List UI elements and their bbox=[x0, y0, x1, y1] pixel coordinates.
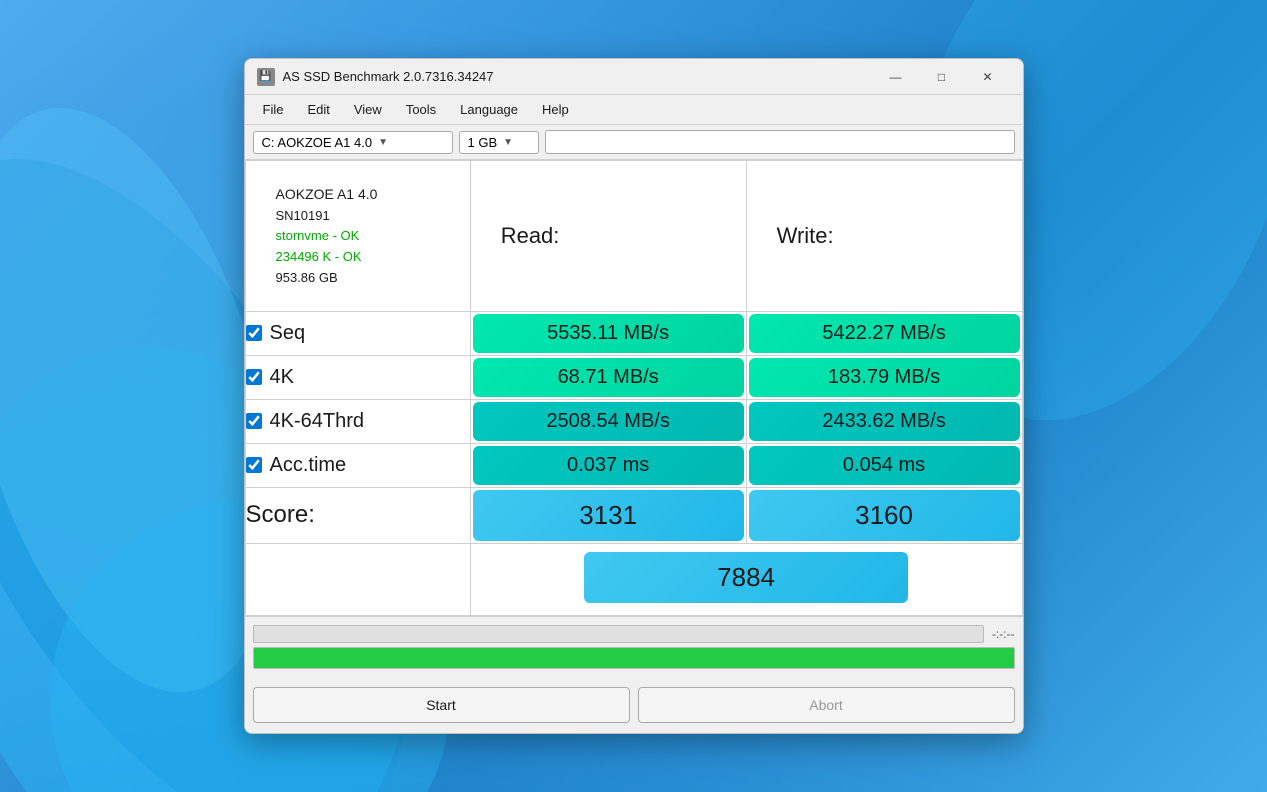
size-dropdown[interactable]: 1 GB ▼ bbox=[459, 131, 539, 154]
4k64-row: 4K-64Thrd 2508.54 MB/s 2433.62 MB/s bbox=[245, 399, 1022, 443]
header-row: AOKZOE A1 4.0 SN10191 stornvme - OK 2344… bbox=[245, 161, 1022, 312]
acctime-read-cell: 0.037 ms bbox=[470, 443, 746, 487]
progress-track: -:-:-- bbox=[253, 625, 1015, 643]
progress-timer: -:-:-- bbox=[992, 627, 1015, 641]
score-write-cell: 3160 bbox=[746, 487, 1022, 543]
drive-info: AOKZOE A1 4.0 SN10191 stornvme - OK 2344… bbox=[262, 173, 454, 299]
4k-label: 4K bbox=[270, 366, 294, 389]
seq-row: Seq 5535.11 MB/s 5422.27 MB/s bbox=[245, 311, 1022, 355]
drive-dropdown[interactable]: C: AOKZOE A1 4.0 ▼ bbox=[253, 131, 453, 154]
4k64-label-cell: 4K-64Thrd bbox=[245, 399, 470, 443]
score-read-cell: 3131 bbox=[470, 487, 746, 543]
seq-write-cell: 5422.27 MB/s bbox=[746, 311, 1022, 355]
progress-bar-bg bbox=[253, 625, 984, 643]
main-content: AOKZOE A1 4.0 SN10191 stornvme - OK 2344… bbox=[245, 160, 1023, 616]
drive-dropdown-arrow: ▼ bbox=[378, 137, 388, 148]
score-total-row: 7884 bbox=[245, 543, 1022, 615]
seq-checkbox[interactable] bbox=[246, 325, 262, 341]
seq-read-cell: 5535.11 MB/s bbox=[470, 311, 746, 355]
window-controls: — □ ✕ bbox=[873, 61, 1011, 93]
seq-write-value: 5422.27 MB/s bbox=[749, 314, 1020, 353]
menu-help[interactable]: Help bbox=[532, 99, 579, 120]
titlebar: 💾 AS SSD Benchmark 2.0.7316.34247 — □ ✕ bbox=[245, 59, 1023, 95]
drive-label: C: AOKZOE A1 4.0 bbox=[262, 135, 373, 150]
menubar: File Edit View Tools Language Help bbox=[245, 95, 1023, 125]
4k64-write-value: 2433.62 MB/s bbox=[749, 402, 1020, 441]
4k64-checkbox[interactable] bbox=[246, 413, 262, 429]
acctime-label-cell: Acc.time bbox=[245, 443, 470, 487]
4k64-read-cell: 2508.54 MB/s bbox=[470, 399, 746, 443]
full-progress-bg bbox=[253, 647, 1015, 669]
read-header-cell: Read: bbox=[470, 161, 746, 312]
acctime-write-value: 0.054 ms bbox=[749, 446, 1020, 485]
score-read-value: 3131 bbox=[473, 490, 744, 541]
menu-edit[interactable]: Edit bbox=[297, 99, 339, 120]
menu-view[interactable]: View bbox=[344, 99, 392, 120]
4k-write-cell: 183.79 MB/s bbox=[746, 355, 1022, 399]
results-table: AOKZOE A1 4.0 SN10191 stornvme - OK 2344… bbox=[245, 160, 1023, 616]
minimize-button[interactable]: — bbox=[873, 61, 919, 93]
4k-write-value: 183.79 MB/s bbox=[749, 358, 1020, 397]
size-label: 1 GB bbox=[468, 135, 498, 150]
toolbar: C: AOKZOE A1 4.0 ▼ 1 GB ▼ bbox=[245, 125, 1023, 160]
info-header-cell: AOKZOE A1 4.0 SN10191 stornvme - OK 2344… bbox=[245, 161, 470, 312]
maximize-button[interactable]: □ bbox=[919, 61, 965, 93]
progress-area: -:-:-- bbox=[245, 616, 1023, 681]
drive-serial: SN10191 bbox=[276, 206, 440, 227]
write-label: Write: bbox=[763, 213, 1006, 259]
4k-read-value: 68.71 MB/s bbox=[473, 358, 744, 397]
seq-label: Seq bbox=[270, 322, 306, 345]
main-window: 💾 AS SSD Benchmark 2.0.7316.34247 — □ ✕ … bbox=[244, 58, 1024, 734]
menu-file[interactable]: File bbox=[253, 99, 294, 120]
acctime-read-value: 0.037 ms bbox=[473, 446, 744, 485]
menu-language[interactable]: Language bbox=[450, 99, 528, 120]
4k-read-cell: 68.71 MB/s bbox=[470, 355, 746, 399]
score-total-empty bbox=[245, 543, 470, 615]
4k-row: 4K 68.71 MB/s 183.79 MB/s bbox=[245, 355, 1022, 399]
score-row: Score: 3131 3160 bbox=[245, 487, 1022, 543]
drive-model: AOKZOE A1 4.0 bbox=[276, 183, 440, 205]
score-total-cell: 7884 bbox=[470, 543, 1022, 615]
score-total-value: 7884 bbox=[584, 552, 907, 603]
seq-read-value: 5535.11 MB/s bbox=[473, 314, 744, 353]
acctime-row: Acc.time 0.037 ms 0.054 ms bbox=[245, 443, 1022, 487]
4k-label-cell: 4K bbox=[245, 355, 470, 399]
size-dropdown-arrow: ▼ bbox=[503, 137, 513, 148]
write-header-cell: Write: bbox=[746, 161, 1022, 312]
full-progress-fill bbox=[254, 648, 1014, 668]
app-icon: 💾 bbox=[257, 68, 275, 86]
menu-tools[interactable]: Tools bbox=[396, 99, 446, 120]
drive-size-gb: 953.86 GB bbox=[276, 268, 440, 289]
acctime-checkbox[interactable] bbox=[246, 457, 262, 473]
4k64-read-value: 2508.54 MB/s bbox=[473, 402, 744, 441]
close-button[interactable]: ✕ bbox=[965, 61, 1011, 93]
drive-driver: stornvme - OK bbox=[276, 226, 440, 247]
seq-label-cell: Seq bbox=[245, 311, 470, 355]
start-button[interactable]: Start bbox=[253, 687, 630, 723]
abort-button[interactable]: Abort bbox=[638, 687, 1015, 723]
score-label: Score: bbox=[246, 501, 315, 528]
toolbar-spacer bbox=[545, 130, 1015, 154]
acctime-label: Acc.time bbox=[270, 454, 347, 477]
button-row: Start Abort bbox=[245, 681, 1023, 733]
4k64-write-cell: 2433.62 MB/s bbox=[746, 399, 1022, 443]
read-label: Read: bbox=[487, 213, 730, 259]
acctime-write-cell: 0.054 ms bbox=[746, 443, 1022, 487]
drive-size-k: 234496 K - OK bbox=[276, 247, 440, 268]
4k-checkbox[interactable] bbox=[246, 369, 262, 385]
window-title: AS SSD Benchmark 2.0.7316.34247 bbox=[283, 69, 873, 84]
score-label-cell: Score: bbox=[245, 487, 470, 543]
score-write-value: 3160 bbox=[749, 490, 1020, 541]
4k64-label: 4K-64Thrd bbox=[270, 410, 365, 433]
